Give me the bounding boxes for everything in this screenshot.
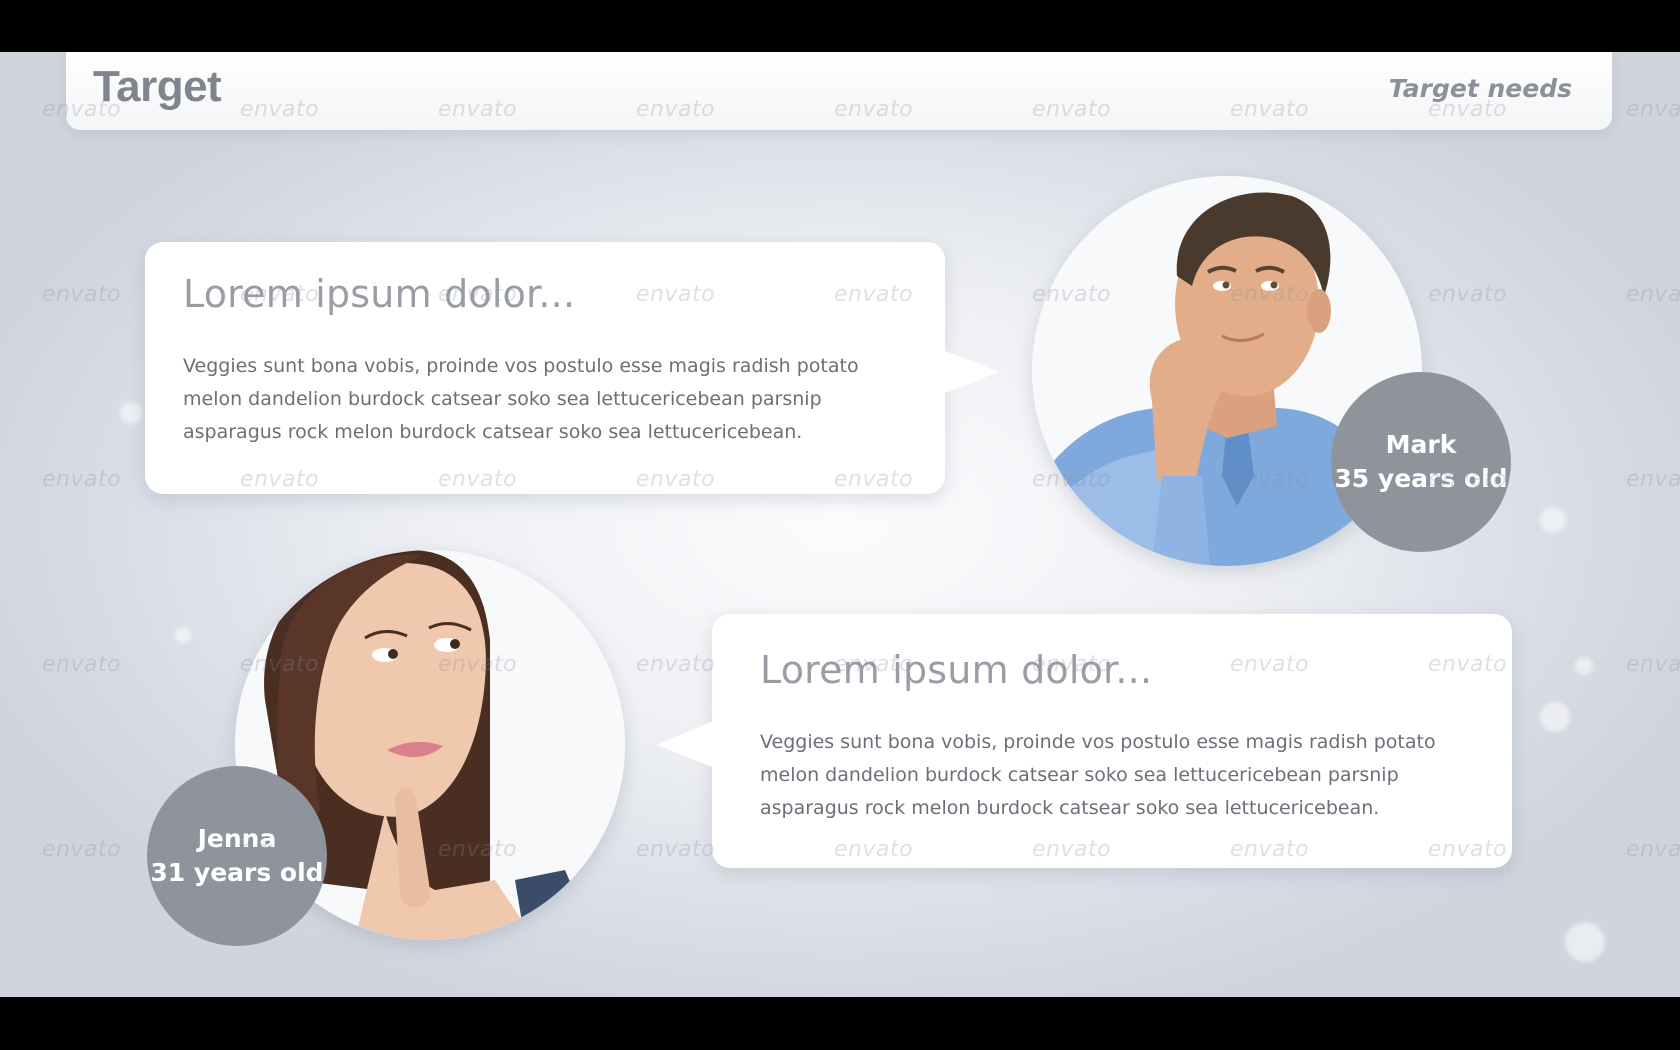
bokeh-dot [1540, 702, 1570, 732]
bokeh-dot [175, 627, 191, 643]
page-subtitle: Target needs [1388, 74, 1572, 103]
watermark-text: envato [1626, 837, 1680, 862]
person-badge-jenna: Jenna 31 years old [147, 766, 327, 946]
watermark-text: envato [636, 652, 716, 677]
watermark-text: envato [1626, 97, 1680, 122]
slide: Target Target needs Lorem ipsum dolor...… [0, 52, 1680, 997]
watermark-text: envato [1626, 467, 1680, 492]
speech-bubble-mark: Lorem ipsum dolor... Veggies sunt bona v… [145, 242, 945, 494]
watermark-text: envato [636, 837, 716, 862]
person-name: Mark [1385, 430, 1457, 459]
watermark-text: envato [42, 652, 122, 677]
bubble-tail-left [657, 720, 715, 768]
bubble-tail-right [943, 350, 999, 394]
header-bar: Target Target needs [66, 52, 1612, 130]
bubble-title: Lorem ipsum dolor... [760, 648, 1153, 692]
watermark-text: envato [1626, 282, 1680, 307]
watermark-text: envato [1428, 282, 1508, 307]
person-age: 31 years old [150, 858, 324, 887]
bokeh-dot [1575, 657, 1593, 675]
bokeh-dot [1565, 922, 1605, 962]
bubble-text: Veggies sunt bona vobis, proinde vos pos… [183, 355, 859, 443]
person-age: 35 years old [1334, 464, 1508, 493]
letterbox-frame: Target Target needs Lorem ipsum dolor...… [0, 0, 1680, 1050]
person-name: Jenna [197, 824, 277, 853]
speech-bubble-jenna: Lorem ipsum dolor... Veggies sunt bona v… [712, 614, 1512, 868]
bokeh-dot [1540, 507, 1566, 533]
watermark-text: envato [42, 282, 122, 307]
bubble-title: Lorem ipsum dolor... [183, 272, 576, 316]
watermark-text: envato [1626, 652, 1680, 677]
person-badge-mark: Mark 35 years old [1331, 372, 1511, 552]
bubble-text: Veggies sunt bona vobis, proinde vos pos… [760, 731, 1436, 819]
bokeh-dot [120, 402, 142, 424]
watermark-text: envato [42, 467, 122, 492]
watermark-text: envato [42, 837, 122, 862]
page-title: Target [93, 62, 222, 111]
